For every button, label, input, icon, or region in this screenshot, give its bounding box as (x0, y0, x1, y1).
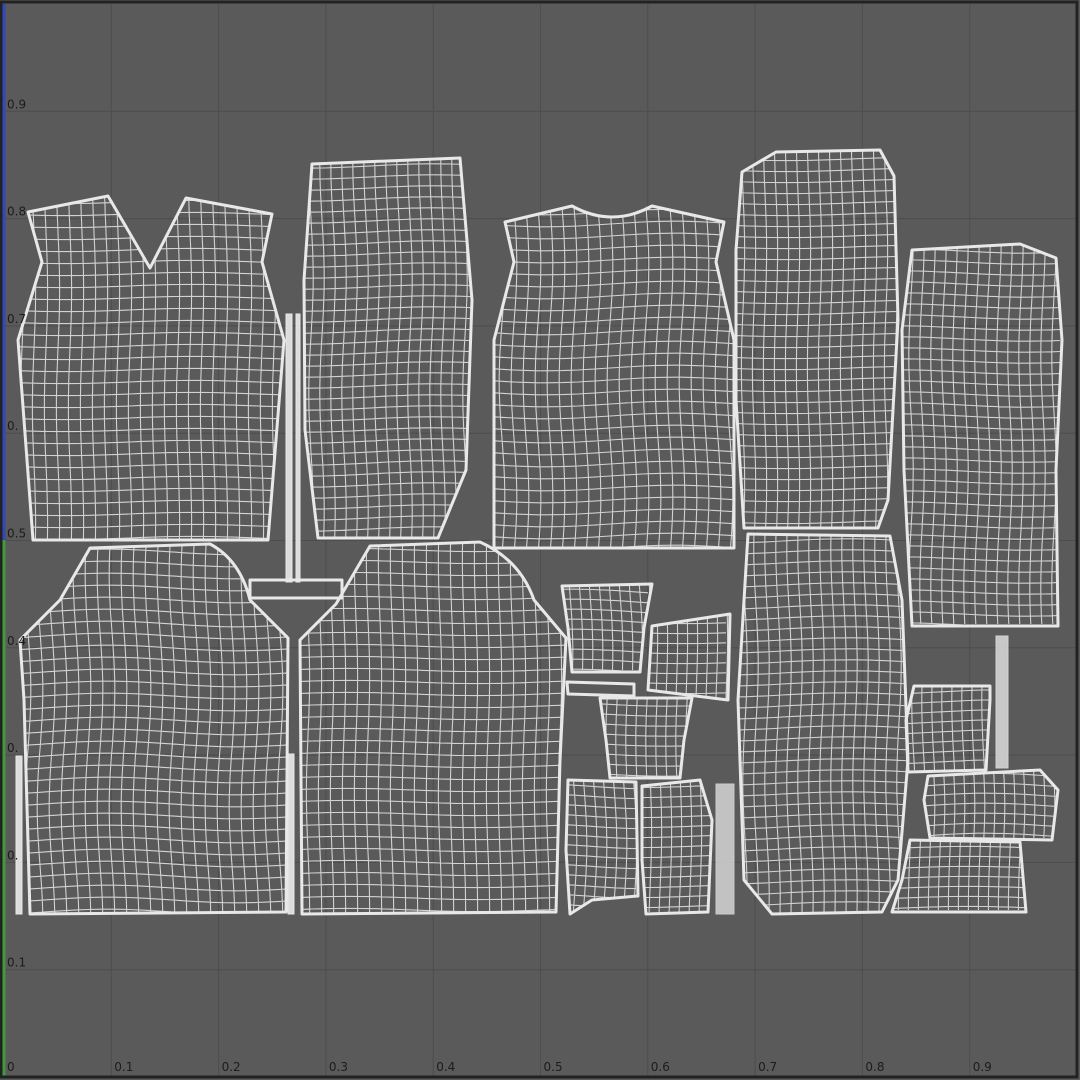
uv-shell-small-panel-b[interactable] (646, 612, 732, 704)
y-tick-label: 0.1 (7, 956, 26, 970)
shell-wireframe (20, 544, 288, 914)
uv-shell-body-panel-left[interactable] (13, 537, 295, 916)
shell-wireframe (902, 244, 1061, 626)
x-tick-label: 0.4 (436, 1060, 455, 1074)
shell-wireframe (906, 686, 990, 772)
uv-shell-zipper-strip-c[interactable] (15, 755, 23, 915)
shell-wireframe (642, 780, 712, 914)
uv-shell-small-panel-d[interactable] (563, 775, 640, 919)
y-tick-label: 0.8 (7, 205, 26, 219)
uv-shell-small-panel-h[interactable] (888, 836, 1028, 914)
uv-editor-viewport[interactable]: 0 0.1 0.2 0.3 0.4 0.5 0.6 0.7 0.8 0.9 0.1 0. 0. 0.4 0.… (0, 0, 1080, 1080)
y-tick-label: 0.9 (7, 97, 26, 111)
y-tick-label: 0. (7, 419, 18, 433)
y-tick-label: 0. (7, 848, 18, 862)
uv-shell-body-panel-right[interactable] (294, 536, 568, 916)
x-tick-label: 0.7 (758, 1060, 777, 1074)
uv-canvas[interactable]: 0 0.1 0.2 0.3 0.4 0.5 0.6 0.7 0.8 0.9 0.1 0. 0. 0.4 0.… (0, 0, 1080, 1080)
uv-shell-zipper-strip-d[interactable] (287, 753, 295, 915)
x-tick-label: 0.6 (651, 1060, 670, 1074)
uv-shell-small-panel-e[interactable] (639, 776, 714, 918)
uv-shell-vest-front-crew-neck[interactable] (487, 197, 738, 552)
shell-wireframe (562, 584, 652, 672)
x-tick-label: 0.9 (973, 1060, 992, 1074)
uv-shells (8, 147, 1064, 919)
shell-wireframe (304, 158, 472, 538)
x-tick-label: 0.3 (329, 1060, 348, 1074)
uv-shell-sleeve-upper-right-b[interactable] (898, 238, 1064, 628)
shell-wireframe (738, 534, 908, 914)
uv-shell-trim-strip[interactable] (995, 635, 1009, 769)
uv-shell-sleeve-upper-right-a[interactable] (730, 147, 900, 533)
uv-shell-small-panel-f[interactable] (902, 680, 995, 774)
uv-shell-small-panel-c[interactable] (596, 694, 694, 782)
uv-shell-zipper-strip-a[interactable] (285, 313, 293, 583)
uv-shell-zipper-strip-b[interactable] (295, 313, 301, 583)
uv-shell-small-strip-a[interactable] (565, 680, 636, 698)
uv-shell-sleeve-lower-right[interactable] (732, 528, 912, 917)
shell-wireframe (300, 542, 566, 914)
x-tick-label: 0.5 (544, 1060, 563, 1074)
x-tick-label: 0 (7, 1060, 15, 1074)
shell-wireframe (18, 196, 284, 540)
uv-shell-trim-strip-b[interactable] (715, 783, 735, 915)
y-tick-label: 0.7 (7, 312, 26, 326)
uv-shell-vest-front-v-neck[interactable] (8, 188, 290, 542)
x-tick-label: 0.1 (114, 1060, 133, 1074)
shell-wireframe (494, 206, 734, 548)
uv-shell-small-panel-a[interactable] (559, 579, 654, 674)
x-tick-label: 0.8 (865, 1060, 884, 1074)
y-tick-label: 0.4 (7, 634, 26, 648)
uv-shell-sleeve-upper-left[interactable] (298, 153, 478, 542)
uv-shell-collar-strip[interactable] (248, 578, 344, 600)
shell-wireframe (736, 150, 898, 528)
y-tick-label: 0. (7, 741, 18, 755)
y-tick-label: 0.5 (7, 527, 26, 541)
x-tick-label: 0.2 (222, 1060, 241, 1074)
uv-shell-small-panel-g[interactable] (922, 763, 1060, 842)
